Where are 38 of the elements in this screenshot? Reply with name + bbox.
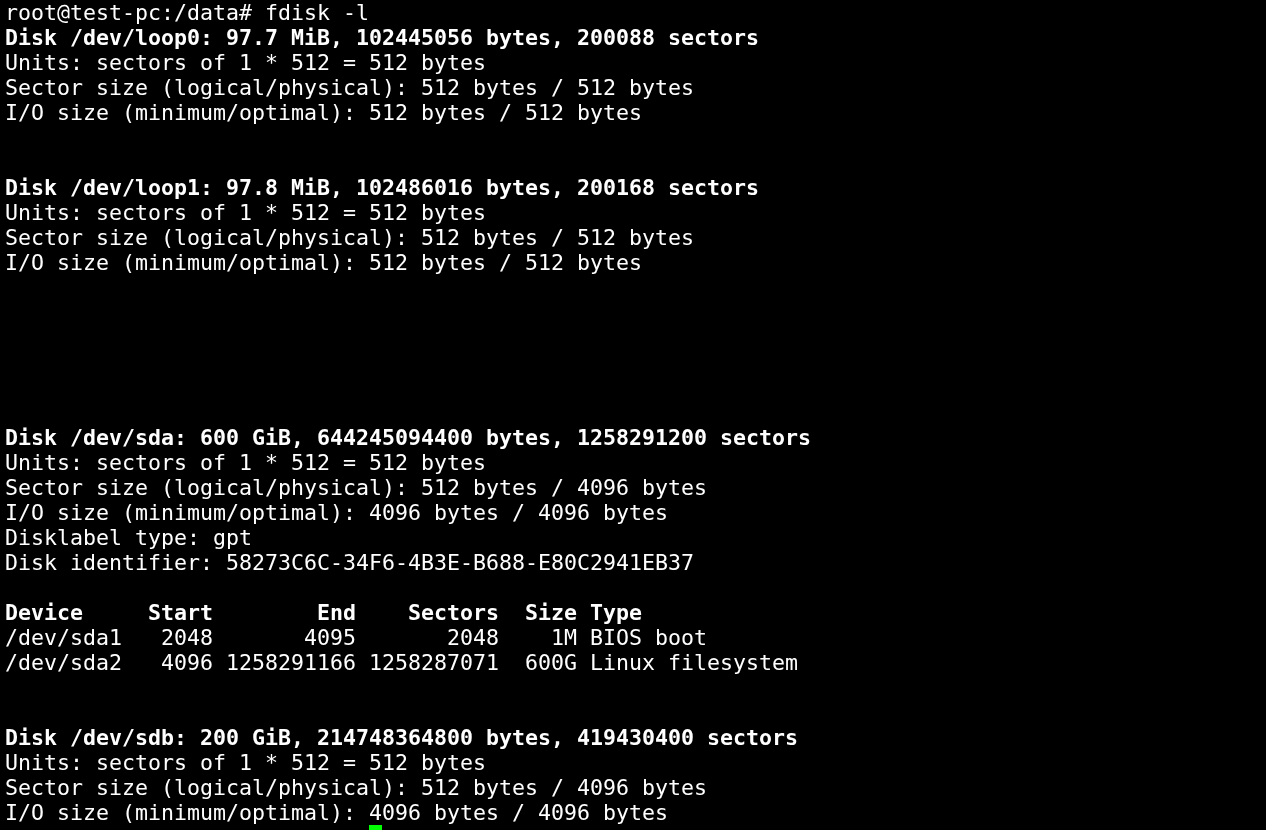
- table-cell: /dev/sda1: [5, 625, 122, 650]
- table-cell: BIOS boot: [590, 625, 707, 650]
- table-cell: 2048: [447, 625, 499, 650]
- column-header: Sectors: [408, 600, 499, 625]
- column-header: Start: [148, 600, 213, 625]
- output-line: Units: sectors of 1 * 512 = 512 bytes: [5, 750, 487, 775]
- output-line: Units: sectors of 1 * 512 = 512 bytes: [5, 450, 487, 475]
- column-header: End: [317, 600, 356, 625]
- disk-heading: Disk /dev/loop0: 97.7 MiB, 102445056 bytes, 200088 sectors: [5, 25, 760, 50]
- cursor-icon: [369, 825, 382, 830]
- command-line: root@test-pc:/data# fdisk -l: [5, 0, 369, 25]
- table-cell: 4095: [304, 625, 356, 650]
- output-line: Sector size (logical/physical): 512 bytes / 512 bytes: [5, 225, 695, 250]
- output-line: Units: sectors of 1 * 512 = 512 bytes: [5, 200, 487, 225]
- disk-heading: Disk /dev/loop1: 97.8 MiB, 102486016 bytes, 200168 sectors: [5, 175, 760, 200]
- column-header: Type: [590, 600, 642, 625]
- disk-heading: Disk /dev/sdb: 200 GiB, 214748364800 bytes, 419430400 sectors: [5, 725, 799, 750]
- table-cell: /dev/sda2: [5, 650, 122, 675]
- disk-heading: Disk /dev/sda: 600 GiB, 644245094400 bytes, 1258291200 sectors: [5, 425, 812, 450]
- output-line: Sector size (logical/physical): 512 bytes / 4096 bytes: [5, 475, 708, 500]
- output-line: I/O size (minimum/optimal): 4096 bytes / 4096 bytes: [5, 500, 669, 525]
- table-cell: 1258291166: [226, 650, 356, 675]
- table-cell: Linux filesystem: [590, 650, 798, 675]
- output-line: Disk identifier: 58273C6C-34F6-4B3E-B688-E80C2941EB37: [5, 550, 695, 575]
- table-cell: 2048: [161, 625, 213, 650]
- table-cell: 4096: [161, 650, 213, 675]
- table-cell: 1258287071: [369, 650, 499, 675]
- output-line: Units: sectors of 1 * 512 = 512 bytes: [5, 50, 487, 75]
- output-line: I/O size (minimum/optimal): 4096 bytes / 4096 bytes: [5, 800, 669, 825]
- output-line: Sector size (logical/physical): 512 bytes / 512 bytes: [5, 75, 695, 100]
- output-line: I/O size (minimum/optimal): 512 bytes / 512 bytes: [5, 250, 643, 275]
- table-cell: 600G: [525, 650, 577, 675]
- column-header: Device: [5, 600, 83, 625]
- output-line: Disklabel type: gpt: [5, 525, 252, 550]
- output-line: Sector size (logical/physical): 512 bytes / 4096 bytes: [5, 775, 708, 800]
- column-header: Size: [525, 600, 577, 625]
- table-cell: 1M: [551, 625, 577, 650]
- output-line: I/O size (minimum/optimal): 512 bytes / 512 bytes: [5, 100, 643, 125]
